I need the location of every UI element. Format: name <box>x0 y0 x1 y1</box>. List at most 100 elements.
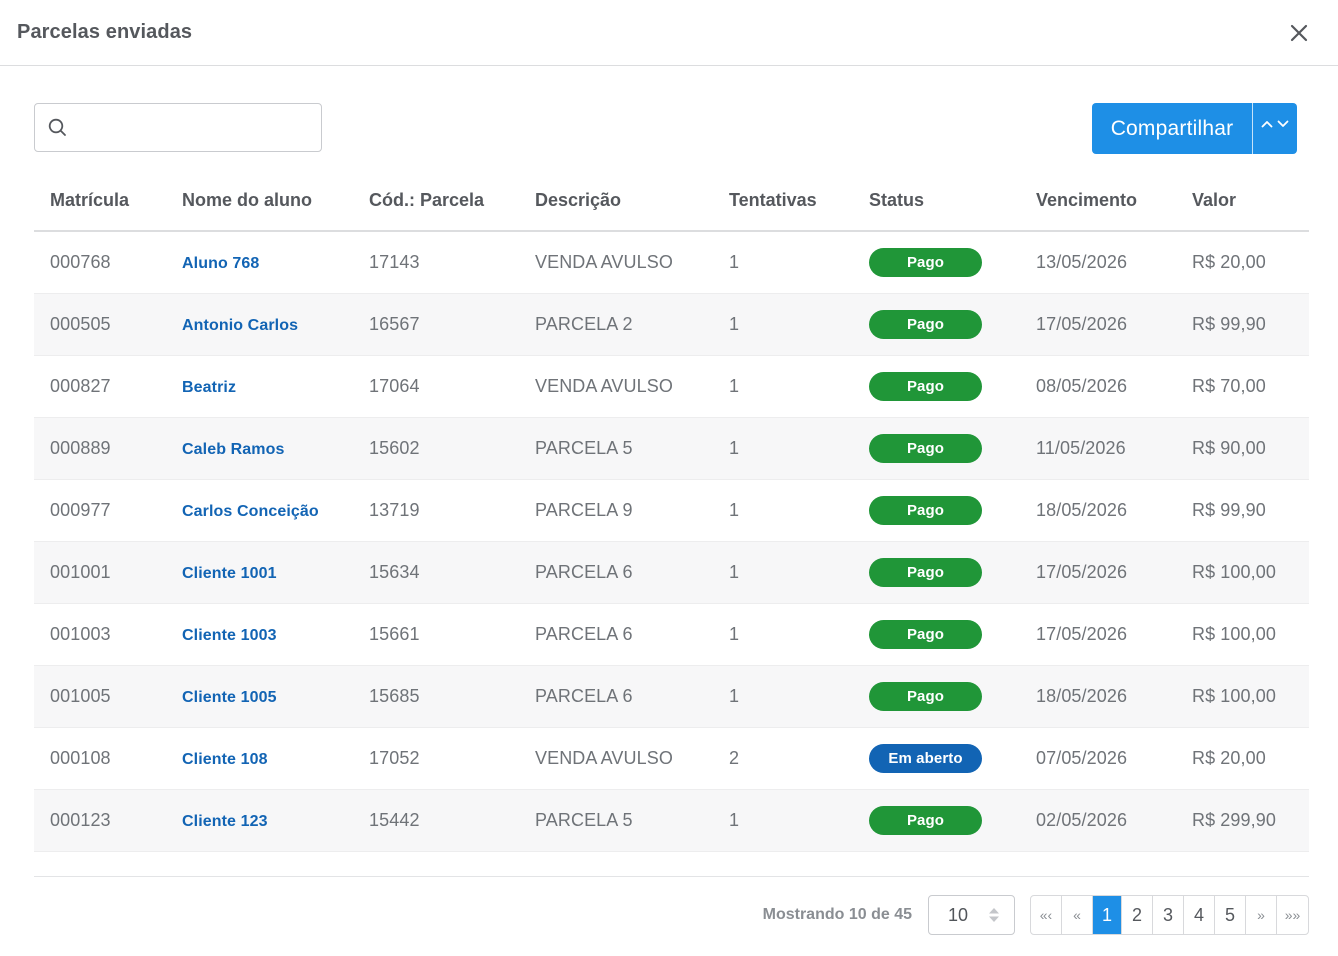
student-name-link[interactable]: Antonio Carlos <box>182 317 298 334</box>
cell-descricao: PARCELA 6 <box>519 665 713 728</box>
cell-vencimento: 08/05/2026 <box>1020 355 1176 418</box>
cell-valor: R$ 90,00 <box>1176 417 1309 480</box>
share-dropdown-toggle[interactable] <box>1253 103 1297 154</box>
status-badge: Pago <box>869 309 982 339</box>
student-name-link[interactable]: Aluno 768 <box>182 255 259 272</box>
table-body: 000768 Aluno 768 17143 VENDA AVULSO 1 Pago 13/… <box>34 231 1309 852</box>
cell-valor: R$ 20,00 <box>1176 727 1309 790</box>
student-name-link[interactable]: Carlos Conceição <box>182 503 319 520</box>
cell-vencimento: 18/05/2026 <box>1020 665 1176 728</box>
student-name-link[interactable]: Caleb Ramos <box>182 441 284 458</box>
close-icon <box>1290 24 1308 41</box>
status-badge: Pago <box>869 619 982 649</box>
cell-valor: R$ 299,90 <box>1176 789 1309 852</box>
table-header-row: Matrícula Nome do aluno Cód.: Parcela De… <box>34 170 1309 232</box>
cell-tentativas: 1 <box>713 603 853 666</box>
student-name-link[interactable]: Cliente 1003 <box>182 627 277 644</box>
table-row[interactable]: 000123 Cliente 123 15442 PARCELA 5 1 Pago 02/0… <box>34 789 1309 852</box>
cell-cod-parcela: 17052 <box>353 727 519 790</box>
table-row[interactable]: 000108 Cliente 108 17052 VENDA AVULSO 2 Em ab… <box>34 727 1309 790</box>
close-button[interactable] <box>1286 20 1312 46</box>
search-input[interactable] <box>67 104 321 151</box>
column-header-valor[interactable]: Valor <box>1176 170 1309 232</box>
cell-valor: R$ 100,00 <box>1176 603 1309 666</box>
page-size-value: 10 <box>948 904 969 925</box>
cell-status: Pago <box>853 541 1020 604</box>
status-badge: Pago <box>869 433 982 463</box>
cell-nome-aluno: Aluno 768 <box>166 231 353 294</box>
student-name-link[interactable]: Cliente 1001 <box>182 565 277 582</box>
pager-first[interactable]: «‹ <box>1031 896 1062 934</box>
share-button-label: Compartilhar <box>1110 116 1234 140</box>
pager-page-3[interactable]: 3 <box>1153 896 1184 934</box>
cell-tentativas: 1 <box>713 231 853 294</box>
column-header-status[interactable]: Status <box>853 170 1020 232</box>
student-name-link[interactable]: Cliente 1005 <box>182 689 277 706</box>
cell-tentativas: 1 <box>713 293 853 356</box>
table-row[interactable]: 000977 Carlos Conceição 13719 PARCELA 9 1 Pag… <box>34 479 1309 542</box>
cell-descricao: PARCELA 2 <box>519 293 713 356</box>
table-row[interactable]: 001001 Cliente 1001 15634 PARCELA 6 1 Pago 17/… <box>34 541 1309 604</box>
cell-valor: R$ 100,00 <box>1176 541 1309 604</box>
chevron-down-icon <box>1277 120 1289 127</box>
cell-valor: R$ 20,00 <box>1176 231 1309 294</box>
column-header-vencimento[interactable]: Vencimento <box>1020 170 1176 232</box>
column-header-nome-aluno[interactable]: Nome do aluno <box>166 170 353 232</box>
status-badge: Pago <box>869 371 982 401</box>
pager-next[interactable]: » <box>1246 896 1277 934</box>
cell-nome-aluno: Cliente 1005 <box>166 665 353 728</box>
table-row[interactable]: 000827 Beatriz 17064 VENDA AVULSO 1 Pago 08/05… <box>34 355 1309 418</box>
student-name-link[interactable]: Cliente 108 <box>182 751 268 768</box>
pager-page-5[interactable]: 5 <box>1215 896 1246 934</box>
table-row[interactable]: 001005 Cliente 1005 15685 PARCELA 6 1 Pago 18/… <box>34 665 1309 728</box>
cell-descricao: PARCELA 5 <box>519 789 713 852</box>
pager-prev[interactable]: « <box>1062 896 1093 934</box>
cell-descricao: PARCELA 5 <box>519 417 713 480</box>
cell-cod-parcela: 15602 <box>353 417 519 480</box>
cell-tentativas: 2 <box>713 727 853 790</box>
pager-page-4[interactable]: 4 <box>1184 896 1215 934</box>
column-header-tentativas[interactable]: Tentativas <box>713 170 853 232</box>
cell-status: Pago <box>853 231 1020 294</box>
column-header-cod-parcela[interactable]: Cód.: Parcela <box>353 170 519 232</box>
cell-cod-parcela: 15442 <box>353 789 519 852</box>
cell-status: Pago <box>853 479 1020 542</box>
cell-vencimento: 11/05/2026 <box>1020 417 1176 480</box>
showing-count: Mostrando 10 de 45 <box>762 906 912 923</box>
student-name-link[interactable]: Cliente 123 <box>182 813 268 830</box>
cell-cod-parcela: 17064 <box>353 355 519 418</box>
table-row[interactable]: 000889 Caleb Ramos 15602 PARCELA 5 1 Pago 11/0… <box>34 417 1309 480</box>
table-row[interactable]: 000768 Aluno 768 17143 VENDA AVULSO 1 Pago 13/… <box>34 231 1309 294</box>
cell-nome-aluno: Cliente 1003 <box>166 603 353 666</box>
cell-nome-aluno: Caleb Ramos <box>166 417 353 480</box>
column-header-descricao[interactable]: Descrição <box>519 170 713 232</box>
cell-vencimento: 18/05/2026 <box>1020 479 1176 542</box>
cell-matricula: 000505 <box>34 293 166 356</box>
cell-cod-parcela: 17143 <box>353 231 519 294</box>
status-badge: Pago <box>869 247 982 277</box>
cell-descricao: VENDA AVULSO <box>519 727 713 790</box>
pager-last[interactable]: »» <box>1277 896 1308 934</box>
parcelas-modal: Parcelas enviadas Compartilhar Matrícula… <box>0 0 1338 956</box>
cell-valor: R$ 100,00 <box>1176 665 1309 728</box>
toolbar: Compartilhar <box>34 103 1297 154</box>
pager-page-1[interactable]: 1 <box>1093 896 1122 934</box>
cell-matricula: 000108 <box>34 727 166 790</box>
cell-tentativas: 1 <box>713 789 853 852</box>
column-header-matricula[interactable]: Matrícula <box>34 170 166 232</box>
cell-vencimento: 17/05/2026 <box>1020 293 1176 356</box>
modal-header: Parcelas enviadas <box>0 0 1338 66</box>
pager-page-2[interactable]: 2 <box>1122 896 1153 934</box>
student-name-link[interactable]: Beatriz <box>182 379 236 396</box>
share-button[interactable]: Compartilhar <box>1092 103 1297 154</box>
cell-descricao: PARCELA 6 <box>519 603 713 666</box>
table-row[interactable]: 000505 Antonio Carlos 16567 PARCELA 2 1 Pago 1… <box>34 293 1309 356</box>
page-size-select[interactable]: 10 <box>928 895 1015 935</box>
search-box[interactable] <box>34 103 322 152</box>
cell-valor: R$ 99,90 <box>1176 293 1309 356</box>
cell-tentativas: 1 <box>713 541 853 604</box>
cell-vencimento: 17/05/2026 <box>1020 541 1176 604</box>
cell-matricula: 001003 <box>34 603 166 666</box>
cell-tentativas: 1 <box>713 417 853 480</box>
table-row[interactable]: 001003 Cliente 1003 15661 PARCELA 6 1 Pago 17/… <box>34 603 1309 666</box>
